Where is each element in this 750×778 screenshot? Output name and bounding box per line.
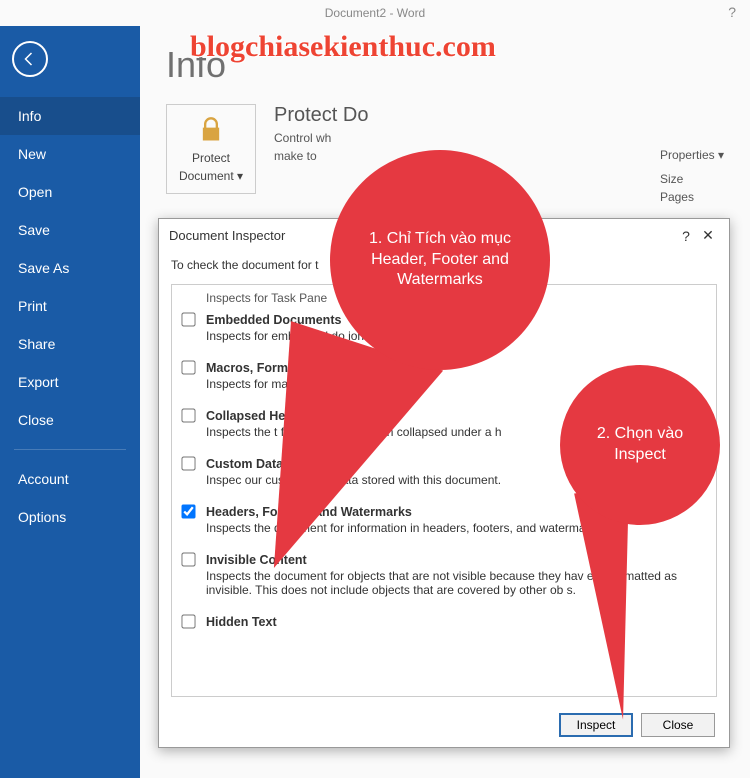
callout-2: 2. Chọn vào Inspect xyxy=(560,365,720,525)
sidebar-divider xyxy=(14,449,126,450)
sidebar-item-save[interactable]: Save xyxy=(0,211,140,249)
protect-btn-label1: Protect xyxy=(192,151,230,165)
sidebar-item-info[interactable]: Info xyxy=(0,97,140,135)
lock-icon xyxy=(197,116,225,147)
sidebar-item-share[interactable]: Share xyxy=(0,325,140,363)
sidebar-item-open[interactable]: Open xyxy=(0,173,140,211)
prop-pages: Pages xyxy=(660,188,724,206)
checkbox-headers[interactable] xyxy=(181,504,195,518)
sidebar-item-new[interactable]: New xyxy=(0,135,140,173)
sidebar-item-saveas[interactable]: Save As xyxy=(0,249,140,287)
checkbox-hidden[interactable] xyxy=(181,614,195,628)
properties-panel: Properties ▾ Size Pages xyxy=(660,146,724,206)
sidebar-item-close[interactable]: Close xyxy=(0,401,140,439)
checkbox-embedded[interactable] xyxy=(181,312,195,326)
checkbox-customxml[interactable] xyxy=(181,456,195,470)
checkbox-macros[interactable] xyxy=(181,360,195,374)
back-arrow-icon xyxy=(21,50,39,68)
dialog-close-icon[interactable]: ✕ xyxy=(697,227,719,244)
sidebar-item-account[interactable]: Account xyxy=(0,460,140,498)
callout-1: 1. Chỉ Tích vào mục Header, Footer and W… xyxy=(330,150,550,370)
watermark-text: blogchiasekienthuc.com xyxy=(190,30,496,64)
protect-document-button[interactable]: Protect Document ▾ xyxy=(166,104,256,194)
protect-desc1: Control wh xyxy=(274,131,368,145)
dialog-help-icon[interactable]: ? xyxy=(675,228,697,244)
close-button[interactable]: Close xyxy=(641,713,715,737)
properties-title[interactable]: Properties ▾ xyxy=(660,146,724,164)
sidebar-item-export[interactable]: Export xyxy=(0,363,140,401)
protect-desc2: make to xyxy=(274,149,368,163)
protect-btn-label2: Document ▾ xyxy=(179,169,243,183)
checkbox-invisible[interactable] xyxy=(181,552,195,566)
backstage-sidebar: Info New Open Save Save As Print Share E… xyxy=(0,26,140,778)
window-title: Document2 - Word xyxy=(0,0,750,26)
checkbox-collapsed[interactable] xyxy=(181,408,195,422)
prop-size: Size xyxy=(660,170,724,188)
protect-heading: Protect Do xyxy=(274,104,368,127)
back-button[interactable] xyxy=(12,41,48,77)
sidebar-item-options[interactable]: Options xyxy=(0,498,140,536)
sidebar-item-print[interactable]: Print xyxy=(0,287,140,325)
help-icon[interactable]: ? xyxy=(728,4,736,20)
